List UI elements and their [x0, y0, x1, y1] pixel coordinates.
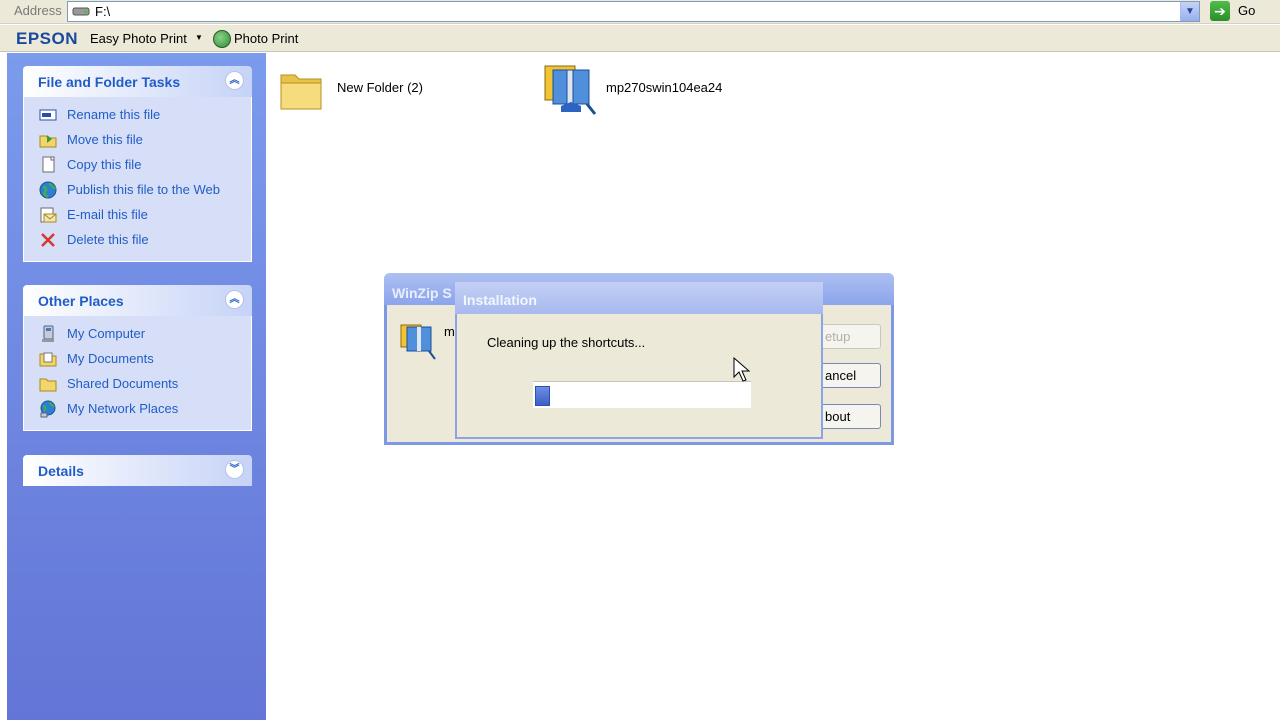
chevron-down-icon[interactable]: ▼: [195, 33, 203, 42]
move-icon: [39, 135, 57, 148]
place-label: Shared Documents: [67, 376, 179, 391]
task-label: Rename this file: [67, 107, 161, 122]
go-button[interactable]: ➔ Go: [1208, 0, 1278, 23]
installation-progress-bar: [533, 381, 751, 408]
photo-print-button[interactable]: Photo Print: [213, 29, 313, 49]
installation-dialog-titlebar[interactable]: Installation: [455, 282, 823, 314]
folder-icon[interactable]: [279, 67, 325, 113]
place-my-documents[interactable]: My Documents: [24, 347, 251, 372]
other-places-body: My Computer My Documents Shared Document…: [23, 316, 252, 431]
installation-dialog-title: Installation: [463, 292, 537, 308]
photo-print-icon: [213, 30, 231, 48]
globe-icon: [39, 181, 57, 199]
file-folder-tasks-header[interactable]: File and Folder Tasks ︽: [23, 66, 252, 97]
address-label: Address: [14, 3, 62, 18]
task-move[interactable]: Move this file: [24, 128, 251, 153]
address-bar: Address F:\ ▼ ➔ Go: [0, 0, 1280, 24]
winzip-dialog-title: WinZip S: [392, 285, 452, 301]
collapse-icon[interactable]: ︽: [225, 290, 244, 309]
panel-title: Other Places: [38, 293, 124, 309]
easy-photo-print-menu[interactable]: Easy Photo Print: [90, 31, 187, 46]
winzip-message: m: [444, 324, 455, 339]
task-delete[interactable]: Delete this file: [24, 228, 251, 253]
place-my-network-places[interactable]: My Network Places: [24, 397, 251, 422]
winzip-icon[interactable]: [541, 60, 603, 118]
address-input[interactable]: F:\ ▼: [67, 1, 1200, 22]
winzip-icon: [400, 324, 436, 360]
mouse-cursor-icon: [733, 357, 751, 382]
details-header[interactable]: Details ︾: [23, 455, 252, 486]
place-label: My Computer: [67, 326, 146, 341]
collapse-icon[interactable]: ︽: [225, 71, 244, 90]
other-places-panel: Other Places ︽ My Computer My Documents …: [23, 285, 252, 431]
delete-icon: [41, 233, 55, 247]
explorer-window: Address F:\ ▼ ➔ Go EPSON Easy Photo Prin…: [0, 0, 1280, 720]
file-name[interactable]: New Folder (2): [337, 80, 423, 95]
folder-icon: [39, 378, 57, 392]
installation-dialog: Installation Cleaning up the shortcuts..…: [455, 282, 823, 439]
task-publish[interactable]: Publish this file to the Web: [24, 178, 251, 203]
other-places-header[interactable]: Other Places ︽: [23, 285, 252, 316]
rename-icon: [39, 109, 57, 121]
computer-icon: [42, 325, 54, 342]
epson-toolbar: EPSON Easy Photo Print ▼ Photo Print: [0, 25, 1280, 52]
email-icon: [40, 207, 57, 223]
place-label: My Documents: [67, 351, 154, 366]
address-dropdown-button[interactable]: ▼: [1180, 2, 1199, 21]
task-label: Move this file: [67, 132, 143, 147]
task-label: Copy this file: [67, 157, 142, 172]
about-button[interactable]: bout: [819, 404, 881, 429]
task-email[interactable]: E-mail this file: [24, 203, 251, 228]
task-label: E-mail this file: [67, 207, 148, 222]
expand-icon[interactable]: ︾: [225, 460, 244, 479]
address-path: F:\: [95, 4, 111, 19]
copy-icon: [42, 156, 55, 173]
chevron-down-icon: ▼: [1185, 6, 1195, 17]
task-rename[interactable]: Rename this file: [24, 103, 251, 128]
place-my-computer[interactable]: My Computer: [24, 322, 251, 347]
arrow-right-icon: ➔: [1210, 1, 1230, 21]
documents-icon: [39, 352, 57, 367]
cancel-button[interactable]: ancel: [819, 363, 881, 388]
photo-print-label: Photo Print: [234, 31, 299, 46]
network-icon: [40, 400, 56, 418]
file-folder-tasks-panel: File and Folder Tasks ︽ Rename this file: [23, 66, 252, 262]
go-label: Go: [1238, 3, 1256, 18]
details-panel: Details ︾: [23, 455, 252, 486]
file-name[interactable]: mp270swin104ea24: [606, 80, 722, 95]
panel-title: File and Folder Tasks: [38, 74, 181, 90]
task-label: Delete this file: [67, 232, 149, 247]
progress-bar-fill: [535, 386, 550, 406]
task-label: Publish this file to the Web: [67, 182, 220, 197]
panel-title: Details: [38, 463, 84, 479]
drive-icon: [72, 7, 90, 16]
task-pane: File and Folder Tasks ︽ Rename this file: [7, 53, 266, 720]
place-label: My Network Places: [67, 401, 179, 416]
epson-logo: EPSON: [16, 29, 79, 48]
file-folder-tasks-body: Rename this file Move this file Copy thi…: [23, 97, 252, 262]
task-copy[interactable]: Copy this file: [24, 153, 251, 178]
place-shared-documents[interactable]: Shared Documents: [24, 372, 251, 397]
setup-button[interactable]: etup: [819, 324, 881, 349]
installation-status-text: Cleaning up the shortcuts...: [487, 335, 646, 350]
